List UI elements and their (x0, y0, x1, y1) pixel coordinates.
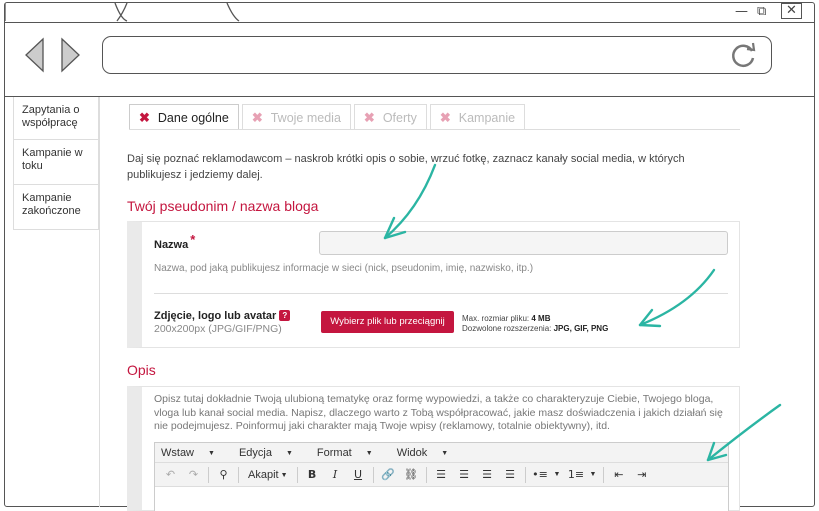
browser-tabs[interactable] (5, 3, 245, 23)
name-label: Nazwa * (154, 232, 195, 251)
menu-label: Format (316, 446, 352, 459)
close-tab-icon[interactable]: ✖ (139, 110, 150, 126)
tab-label: Kampanie (458, 110, 516, 125)
undo-icon[interactable]: ↶ (159, 468, 182, 481)
sidebar: Zapytania o współpracę Kampanie w toku K… (13, 97, 100, 507)
close-icon[interactable]: ✕ (781, 3, 802, 19)
outdent-icon[interactable]: ⇤ (607, 468, 630, 481)
close-tab-icon[interactable]: ✖ (252, 110, 263, 126)
menu-label: Wstaw (161, 446, 194, 459)
sidebar-item-requests[interactable]: Zapytania o współpracę (13, 97, 99, 140)
unlink-icon[interactable]: ⛓ (400, 468, 423, 481)
max-size-value: 4 MB (531, 314, 551, 323)
file-info: Max. rozmiar pliku: 4 MB Dozwolone rozsz… (462, 314, 608, 334)
numbered-list-icon[interactable]: 1≡ (564, 468, 587, 481)
paragraph-label: Akapit (248, 468, 279, 481)
description-hint: Opisz tutaj dokładnie Twoją ulubioną tem… (154, 393, 723, 432)
main-content: ✖ Dane ogólne ✖ Twoje media ✖ Oferty ✖ K… (117, 97, 742, 511)
back-arrow-icon[interactable] (23, 37, 47, 73)
browser-tab-strip: — ⧉ ✕ (5, 3, 814, 23)
sidebar-item-finished-campaigns[interactable]: Kampanie zakończone (13, 185, 99, 230)
minimize-icon[interactable]: — (735, 5, 748, 19)
maximize-icon[interactable]: ⧉ (757, 5, 766, 19)
section-title-name: Twój pseudonim / nazwa bloga (127, 198, 319, 214)
editor-menubar: Wstaw ▼ Edycja ▼ Format ▼ Widok ▼ (155, 443, 728, 463)
panel-divider (154, 293, 728, 294)
section-title-description: Opis (127, 362, 156, 378)
indent-icon[interactable]: ⇥ (630, 468, 653, 481)
url-bar[interactable] (102, 36, 772, 74)
close-tab-icon[interactable]: ✖ (440, 110, 451, 126)
align-center-icon[interactable]: ☰ (453, 468, 476, 481)
find-icon[interactable]: ⚲ (212, 468, 235, 481)
photo-label-text: Zdjęcie, logo lub avatar (154, 310, 277, 322)
underline-icon[interactable]: U (347, 468, 370, 481)
profile-tabs: ✖ Dane ogólne ✖ Twoje media ✖ Oferty ✖ K… (129, 104, 528, 130)
menu-view[interactable]: Widok ▼ (397, 447, 461, 459)
description-panel: Opisz tutaj dokładnie Twoją ulubioną tem… (127, 386, 740, 511)
extensions-label: Dozwolone rozszerzenia: (462, 324, 552, 333)
sidebar-item-ongoing-campaigns[interactable]: Kampanie w toku (13, 140, 99, 185)
italic-icon[interactable]: I (324, 468, 347, 481)
justify-icon[interactable]: ☰ (499, 468, 522, 481)
help-icon[interactable]: ? (279, 310, 291, 321)
bold-icon[interactable]: B (301, 468, 324, 481)
menu-format[interactable]: Format ▼ (317, 447, 385, 459)
intro-text: Daj się poznać reklamodawcom – naskrob k… (127, 153, 685, 181)
redo-icon[interactable]: ↷ (182, 468, 205, 481)
upload-button[interactable]: Wybierz plik lub przeciągnij (321, 311, 454, 333)
menu-label: Widok (396, 446, 428, 459)
tab-campaigns[interactable]: ✖ Kampanie (429, 104, 526, 130)
tab-label: Twoje media (270, 110, 341, 125)
paragraph-dropdown[interactable]: Akapit ▼ (242, 469, 294, 481)
name-hint: Nazwa, pod jaką publikujesz informacje w… (154, 263, 534, 274)
required-mark: * (190, 232, 196, 247)
link-icon[interactable]: 🔗 (377, 468, 400, 481)
forward-arrow-icon[interactable] (58, 37, 82, 73)
menu-edit[interactable]: Edycja ▼ (239, 447, 305, 459)
name-label-text: Nazwa (154, 239, 189, 251)
menu-label: Edycja (238, 446, 272, 459)
tabs-divider (129, 129, 740, 130)
bullet-list-icon[interactable]: •≡ (529, 468, 552, 481)
tab-label: Oferty (382, 110, 417, 125)
menu-insert[interactable]: Wstaw ▼ (161, 447, 227, 459)
reload-icon[interactable] (729, 40, 759, 70)
photo-size-hint: 200x200px (JPG/GIF/PNG) (154, 323, 282, 335)
align-left-icon[interactable]: ☰ (430, 468, 453, 481)
name-input[interactable] (319, 231, 728, 255)
max-size-label: Max. rozmiar pliku: (462, 314, 530, 323)
tab-media[interactable]: ✖ Twoje media (241, 104, 351, 130)
extensions-value: JPG, GIF, PNG (553, 324, 609, 333)
close-tab-icon[interactable]: ✖ (364, 110, 375, 126)
align-right-icon[interactable]: ☰ (476, 468, 499, 481)
photo-label: Zdjęcie, logo lub avatar? (154, 310, 291, 322)
name-panel: Nazwa * Nazwa, pod jaką publikujesz infor… (127, 221, 740, 348)
browser-toolbar (5, 23, 814, 97)
tab-general[interactable]: ✖ Dane ogólne (129, 104, 239, 130)
tab-label: Dane ogólne (157, 110, 229, 125)
editor-toolbar: ↶ ↷ ⚲ Akapit ▼ B I U 🔗 ⛓ ☰ ☰ ☰ ☰ •≡ ▼ 1≡… (155, 463, 728, 487)
tab-offers[interactable]: ✖ Oferty (353, 104, 427, 130)
rich-text-editor: Wstaw ▼ Edycja ▼ Format ▼ Widok ▼ ↶ ↷ ⚲ Akap… (154, 442, 729, 511)
